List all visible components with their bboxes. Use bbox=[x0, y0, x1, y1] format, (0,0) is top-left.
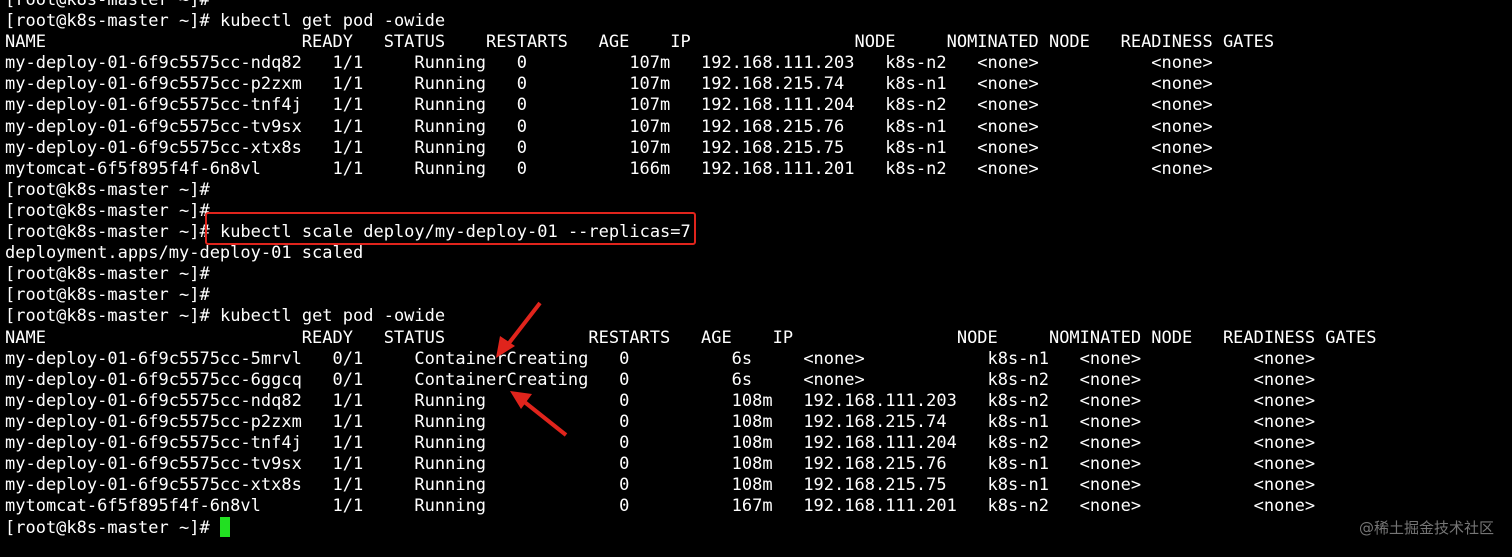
table-row: my-deploy-01-6f9c5575cc-tnf4j 1/1 Runnin… bbox=[5, 433, 1376, 454]
prompt: [root@k8s-master ~]# bbox=[5, 306, 210, 327]
terminal-line-prompt: [root@k8s-master ~]# bbox=[5, 180, 1376, 201]
terminal-line-prompt: [root@k8s-master ~]# bbox=[5, 285, 1376, 306]
table-row-text: my-deploy-01-6f9c5575cc-tnf4j 1/1 Runnin… bbox=[5, 95, 1213, 116]
table-row-text: my-deploy-01-6f9c5575cc-p2zxm 1/1 Runnin… bbox=[5, 411, 1316, 432]
table-header: NAME READY STATUS RESTARTS AGE IP NODE N… bbox=[5, 328, 1376, 349]
table-row: my-deploy-01-6f9c5575cc-tnf4j 1/1 Runnin… bbox=[5, 95, 1376, 116]
table-row: my-deploy-01-6f9c5575cc-p2zxm 1/1 Runnin… bbox=[5, 74, 1376, 95]
table-row-text: my-deploy-01-6f9c5575cc-5mrvl 0/1 Contai… bbox=[5, 348, 1316, 369]
table-row: my-deploy-01-6f9c5575cc-tv9sx 1/1 Runnin… bbox=[5, 117, 1376, 138]
prompt: [root@k8s-master ~]# bbox=[5, 285, 210, 306]
terminal-line-output: deployment.apps/my-deploy-01 scaled bbox=[5, 243, 1376, 264]
scale-output-text: deployment.apps/my-deploy-01 scaled bbox=[5, 243, 364, 264]
prompt: [root@k8s-master ~]# bbox=[5, 222, 210, 243]
watermark: @稀土掘金技术社区 bbox=[1358, 518, 1494, 537]
prompt: [root@k8s-master ~]# bbox=[5, 264, 210, 285]
table-row-text: my-deploy-01-6f9c5575cc-ndq82 1/1 Runnin… bbox=[5, 390, 1316, 411]
table-row-text: my-deploy-01-6f9c5575cc-6ggcq 0/1 Contai… bbox=[5, 369, 1316, 390]
terminal-line-prompt: [root@k8s-master ~]# bbox=[5, 0, 1376, 11]
table-row: my-deploy-01-6f9c5575cc-tv9sx 1/1 Runnin… bbox=[5, 454, 1376, 475]
command-text: kubectl get pod -owide bbox=[219, 11, 446, 32]
table-row: my-deploy-01-6f9c5575cc-6ggcq 0/1 Contai… bbox=[5, 370, 1376, 391]
command-text: kubectl get pod -owide bbox=[219, 306, 446, 327]
table-header-text: NAME READY STATUS RESTARTS AGE IP NODE N… bbox=[5, 32, 1275, 53]
terminal-window[interactable]: [root@k8s-master ~]# [root@k8s-master ~]… bbox=[0, 0, 1512, 557]
prompt: [root@k8s-master ~]# bbox=[5, 0, 210, 10]
table-row: my-deploy-01-6f9c5575cc-xtx8s 1/1 Runnin… bbox=[5, 475, 1376, 496]
block-cursor bbox=[219, 517, 230, 538]
terminal-line-active-prompt[interactable]: [root@k8s-master ~]# bbox=[5, 517, 1376, 538]
table-row: my-deploy-01-6f9c5575cc-ndq82 1/1 Runnin… bbox=[5, 53, 1376, 74]
terminal-line-command: [root@k8s-master ~]# kubectl get pod -ow… bbox=[5, 11, 1376, 32]
table-row-text: my-deploy-01-6f9c5575cc-p2zxm 1/1 Runnin… bbox=[5, 74, 1213, 95]
terminal-output: [root@k8s-master ~]# [root@k8s-master ~]… bbox=[5, 0, 1376, 538]
table-row: my-deploy-01-6f9c5575cc-xtx8s 1/1 Runnin… bbox=[5, 138, 1376, 159]
prompt: [root@k8s-master ~]# bbox=[5, 518, 210, 539]
table-row-text: my-deploy-01-6f9c5575cc-tnf4j 1/1 Runnin… bbox=[5, 432, 1316, 453]
table-row: mytomcat-6f5f895f4f-6n8vl 1/1 Running 0 … bbox=[5, 159, 1376, 180]
table-row: mytomcat-6f5f895f4f-6n8vl 1/1 Running 0 … bbox=[5, 496, 1376, 517]
prompt: [root@k8s-master ~]# bbox=[5, 179, 210, 200]
table-row-text: mytomcat-6f5f895f4f-6n8vl 1/1 Running 0 … bbox=[5, 496, 1316, 517]
table-row: my-deploy-01-6f9c5575cc-p2zxm 1/1 Runnin… bbox=[5, 412, 1376, 433]
table-row-text: my-deploy-01-6f9c5575cc-xtx8s 1/1 Runnin… bbox=[5, 475, 1316, 496]
table-row-text: my-deploy-01-6f9c5575cc-tv9sx 1/1 Runnin… bbox=[5, 116, 1213, 137]
terminal-line-prompt: [root@k8s-master ~]# bbox=[5, 264, 1376, 285]
prompt: [root@k8s-master ~]# bbox=[5, 11, 210, 32]
table-row-text: mytomcat-6f5f895f4f-6n8vl 1/1 Running 0 … bbox=[5, 158, 1213, 179]
table-row-text: my-deploy-01-6f9c5575cc-tv9sx 1/1 Runnin… bbox=[5, 454, 1316, 475]
table-header-text: NAME READY STATUS RESTARTS AGE IP NODE N… bbox=[5, 327, 1377, 348]
prompt: [root@k8s-master ~]# bbox=[5, 200, 210, 221]
command-highlight-box bbox=[205, 212, 696, 245]
terminal-line-command: [root@k8s-master ~]# kubectl get pod -ow… bbox=[5, 306, 1376, 327]
table-row: my-deploy-01-6f9c5575cc-5mrvl 0/1 Contai… bbox=[5, 349, 1376, 370]
table-header: NAME READY STATUS RESTARTS AGE IP NODE N… bbox=[5, 32, 1376, 53]
table-row-text: my-deploy-01-6f9c5575cc-xtx8s 1/1 Runnin… bbox=[5, 137, 1213, 158]
table-row-text: my-deploy-01-6f9c5575cc-ndq82 1/1 Runnin… bbox=[5, 53, 1213, 74]
table-row: my-deploy-01-6f9c5575cc-ndq82 1/1 Runnin… bbox=[5, 391, 1376, 412]
